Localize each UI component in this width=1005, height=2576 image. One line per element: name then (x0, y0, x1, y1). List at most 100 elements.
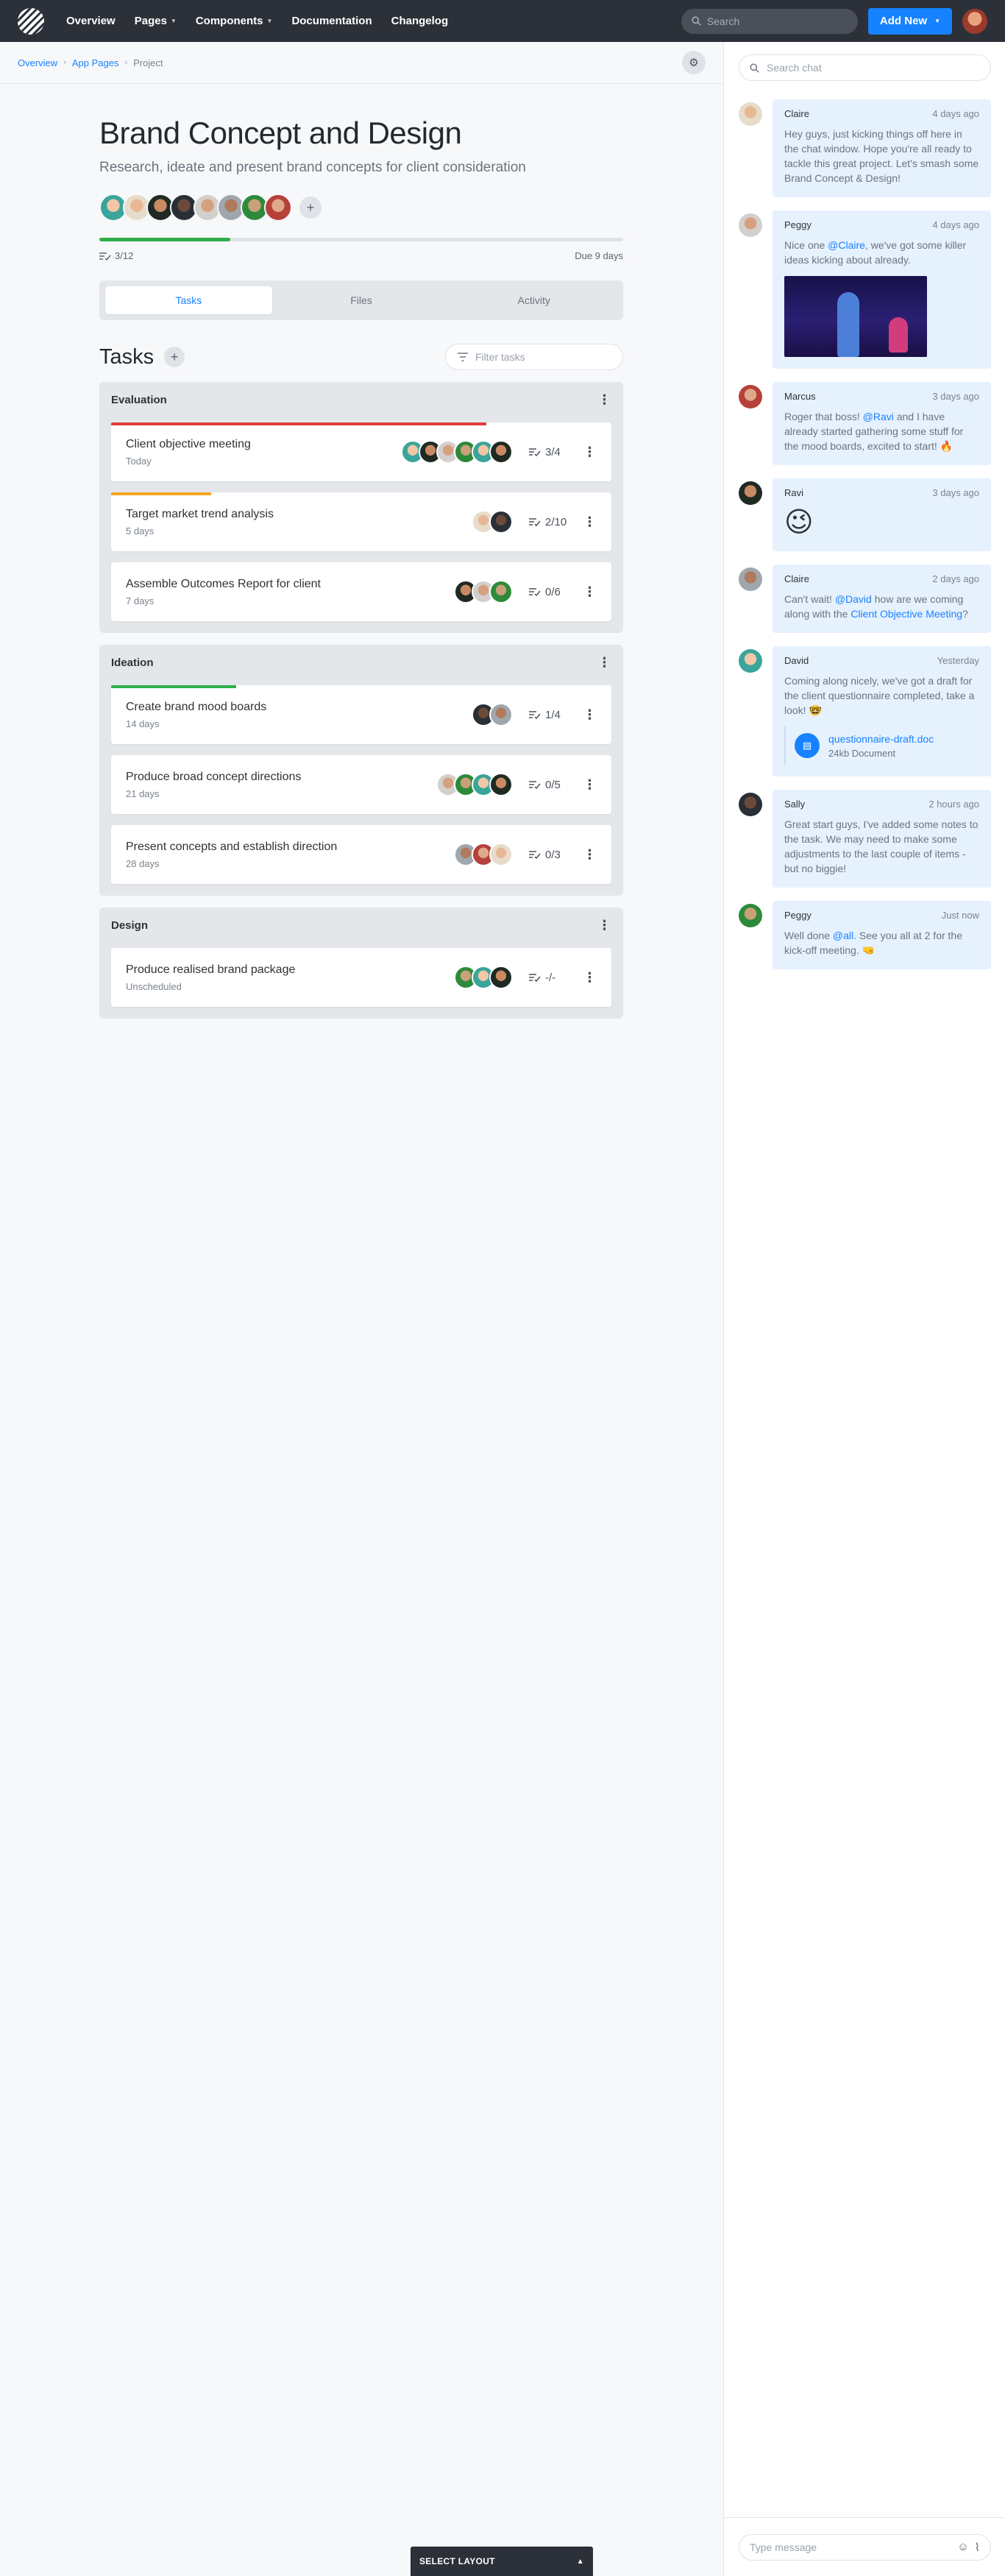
avatar[interactable] (739, 102, 762, 126)
task-due: 28 days (126, 857, 160, 869)
avatar[interactable] (489, 440, 513, 464)
task-name[interactable]: Assemble Outcomes Report for client (126, 578, 460, 591)
task-card[interactable]: Produce broad concept directions 21 days 0… (111, 755, 611, 814)
checklist-icon (529, 448, 541, 456)
mention-link[interactable]: @Claire (828, 239, 865, 251)
chat-search-input[interactable]: Search chat (739, 54, 991, 81)
settings-button[interactable]: ⚙ (682, 51, 706, 74)
tab-activity[interactable]: Activity (450, 286, 617, 314)
chat-message: Marcus 3 days ago Roger that boss! @Ravi a… (739, 382, 991, 465)
task-card[interactable]: Client objective meeting Today 3/4 ⋮ (111, 422, 611, 481)
task-group: Evaluation ⋮ Client objective meeting Today… (99, 382, 623, 633)
avatar[interactable] (739, 567, 762, 591)
more-options-icon[interactable]: ⋮ (582, 847, 597, 863)
avatar[interactable] (489, 703, 513, 726)
add-task-button[interactable]: + (164, 347, 185, 367)
task-text: Produce broad concept directions 21 days (126, 771, 442, 799)
avatar[interactable] (489, 773, 513, 796)
avatar[interactable] (489, 966, 513, 989)
tab-files[interactable]: Files (278, 286, 445, 314)
file-attachment[interactable]: ▤ questionnaire-draft.doc 24kb Document (784, 726, 979, 765)
avatar[interactable] (739, 385, 762, 408)
chat-message-header: David Yesterday (784, 655, 979, 666)
gif-image[interactable] (784, 276, 927, 357)
task-checklist-count: -/- (529, 972, 570, 984)
avatar[interactable] (489, 510, 513, 534)
task-group: Design ⋮ Produce realised brand package Uns… (99, 907, 623, 1019)
more-options-icon[interactable]: ⋮ (582, 777, 597, 793)
chat-timestamp: Yesterday (937, 655, 979, 666)
chevron-down-icon: ▼ (266, 18, 273, 24)
nav-pages[interactable]: Pages ▼ (135, 15, 177, 27)
task-text: Produce realised brand package Unschedule… (126, 963, 460, 992)
attachment-icon[interactable]: ⌇ (975, 2541, 980, 2554)
checklist-icon (99, 252, 111, 261)
chat-bubble: Marcus 3 days ago Roger that boss! @Ravi a… (773, 382, 991, 465)
chat-text: Well done @all. See you all at 2 for the… (784, 930, 962, 956)
brand-logo[interactable] (18, 7, 44, 35)
user-avatar[interactable] (962, 8, 987, 34)
nav-links: Overview Pages ▼ Components ▼ Documentatio… (66, 15, 448, 27)
mention-link[interactable]: @all (833, 930, 853, 941)
nav-documentation[interactable]: Documentation (291, 15, 372, 27)
task-groups: Evaluation ⋮ Client objective meeting Today… (99, 382, 623, 1019)
task-name[interactable]: Produce broad concept directions (126, 771, 442, 784)
more-options-icon[interactable]: ⋮ (597, 918, 611, 933)
more-options-icon[interactable]: ⋮ (582, 970, 597, 986)
plus-icon: + (306, 199, 315, 215)
task-card[interactable]: Create brand mood boards 14 days 1/4 ⋮ (111, 685, 611, 744)
avatar[interactable] (739, 793, 762, 816)
avatar[interactable] (739, 481, 762, 505)
task-assignees (454, 966, 513, 989)
avatar[interactable] (739, 213, 762, 237)
task-card[interactable]: Produce realised brand package Unschedule… (111, 948, 611, 1007)
mention-link[interactable]: @Ravi (863, 411, 894, 422)
task-text: Present concepts and establish direction… (126, 841, 460, 869)
more-options-icon[interactable]: ⋮ (582, 707, 597, 723)
nav-changelog[interactable]: Changelog (391, 15, 449, 27)
more-options-icon[interactable]: ⋮ (582, 514, 597, 530)
task-text: Target market trend analysis 5 days (126, 508, 477, 537)
nav-components[interactable]: Components ▼ (196, 15, 273, 27)
more-options-icon[interactable]: ⋮ (582, 584, 597, 600)
avatar[interactable] (489, 580, 513, 604)
avatar[interactable] (739, 649, 762, 673)
checklist-icon (529, 711, 541, 719)
breadcrumb: Overview › App Pages › Project ⚙ (0, 42, 723, 84)
breadcrumb-overview[interactable]: Overview (18, 57, 57, 68)
avatar[interactable] (489, 843, 513, 866)
chat-message-header: Claire 2 days ago (784, 573, 979, 584)
task-name[interactable]: Present concepts and establish direction (126, 841, 460, 854)
task-card[interactable]: Present concepts and establish direction… (111, 825, 611, 884)
task-name[interactable]: Target market trend analysis (126, 508, 477, 521)
mention-link[interactable]: Client Objective Meeting (850, 608, 962, 620)
nav-search-input[interactable]: Search (681, 8, 858, 34)
more-options-icon[interactable]: ⋮ (597, 392, 611, 408)
task-name[interactable]: Produce realised brand package (126, 963, 460, 977)
tab-tasks[interactable]: Tasks (105, 286, 272, 314)
checklist-icon (529, 974, 541, 982)
task-card[interactable]: Assemble Outcomes Report for client 7 day… (111, 562, 611, 621)
add-member-button[interactable]: + (299, 197, 322, 219)
nav-overview[interactable]: Overview (66, 15, 116, 27)
mention-link[interactable]: @David (835, 593, 872, 605)
task-name[interactable]: Client objective meeting (126, 438, 407, 451)
checklist-icon (529, 588, 541, 596)
smiley-icon[interactable]: ☺ (957, 2541, 968, 2554)
add-new-button[interactable]: Add New ▼ (867, 7, 952, 35)
task-name[interactable]: Create brand mood boards (126, 701, 477, 714)
chat-sidebar: Search chat Claire 4 days ago Hey guys, ju… (723, 42, 1005, 2576)
select-layout-button[interactable]: SELECT LAYOUT ▲ (411, 2547, 593, 2576)
more-options-icon[interactable]: ⋮ (597, 655, 611, 670)
search-icon (692, 16, 701, 26)
breadcrumb-app-pages[interactable]: App Pages (72, 57, 119, 68)
avatar[interactable] (264, 194, 292, 222)
chat-message-input[interactable]: Type message ☺ ⌇ (739, 2534, 991, 2561)
file-name[interactable]: questionnaire-draft.doc (828, 733, 934, 745)
filter-tasks-input[interactable]: Filter tasks (445, 344, 623, 370)
task-card[interactable]: Target market trend analysis 5 days 2/10 ⋮ (111, 492, 611, 551)
task-checklist-count: 2/10 (529, 516, 570, 528)
avatar[interactable] (739, 904, 762, 927)
chat-message: Claire 2 days ago Can't wait! @David how a… (739, 565, 991, 633)
more-options-icon[interactable]: ⋮ (582, 445, 597, 460)
